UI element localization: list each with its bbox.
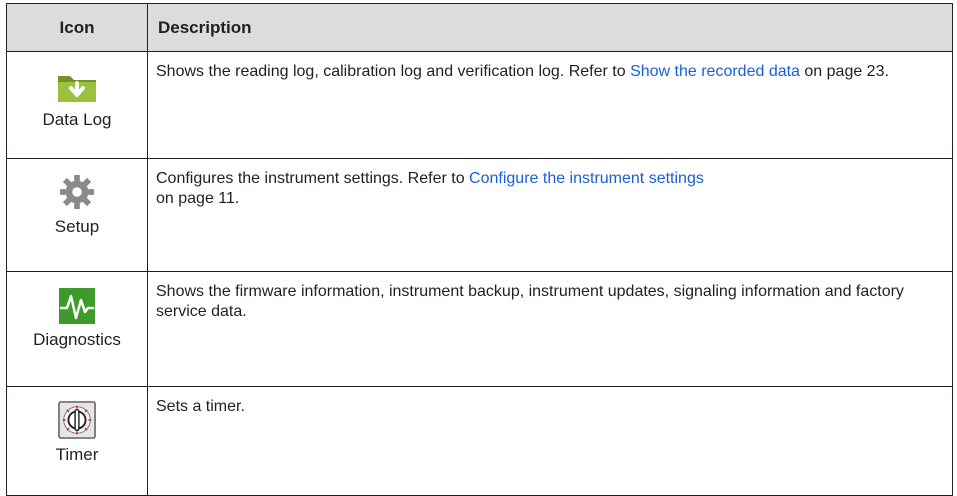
icon-cell: Data Log [6,51,148,159]
gear-icon [59,174,95,210]
show-recorded-data-link[interactable]: Show the recorded data [630,63,800,80]
description-text: Sets a timer. [156,398,245,415]
description-page-ref: on page 11. [156,190,240,207]
icon-cell: Timer [6,386,148,496]
table-row: Timer Sets a timer. [6,386,953,496]
icon-description-table: Icon Description Data Log Shows the read… [6,3,953,496]
table-row: Setup Configures the instrument settings… [6,158,953,272]
table-row: Data Log Shows the reading log, calibrat… [6,51,953,159]
configure-instrument-settings-link[interactable]: Configure the instrument settings [469,170,704,187]
icon-label: Setup [54,217,100,236]
timer-dial-icon [58,401,96,439]
description-text: Shows the reading log, calibration log a… [156,63,631,80]
data-log-icon [58,76,96,102]
icon-cell: Setup [6,158,148,272]
icon-cell: Diagnostics [6,271,148,387]
table-header-row: Icon Description [6,3,953,52]
icon-label: Timer [55,445,99,464]
icon-label: Diagnostics [33,330,121,349]
description-cell: Sets a timer. [147,386,953,496]
waveform-icon [59,288,95,324]
description-text: Configures the instrument settings. Refe… [156,170,470,187]
description-cell: Shows the reading log, calibration log a… [147,51,953,159]
description-text: Shows the firmware information, instrume… [156,283,904,320]
icon-label: Data Log [42,110,112,129]
table-row: Diagnostics Shows the firmware informati… [6,271,953,387]
description-cell: Configures the instrument settings. Refe… [147,158,953,272]
description-column-header: Description [147,3,953,52]
icon-column-header: Icon [6,3,148,52]
description-page-ref: on page 23. [799,63,889,80]
description-cell: Shows the firmware information, instrume… [147,271,953,387]
